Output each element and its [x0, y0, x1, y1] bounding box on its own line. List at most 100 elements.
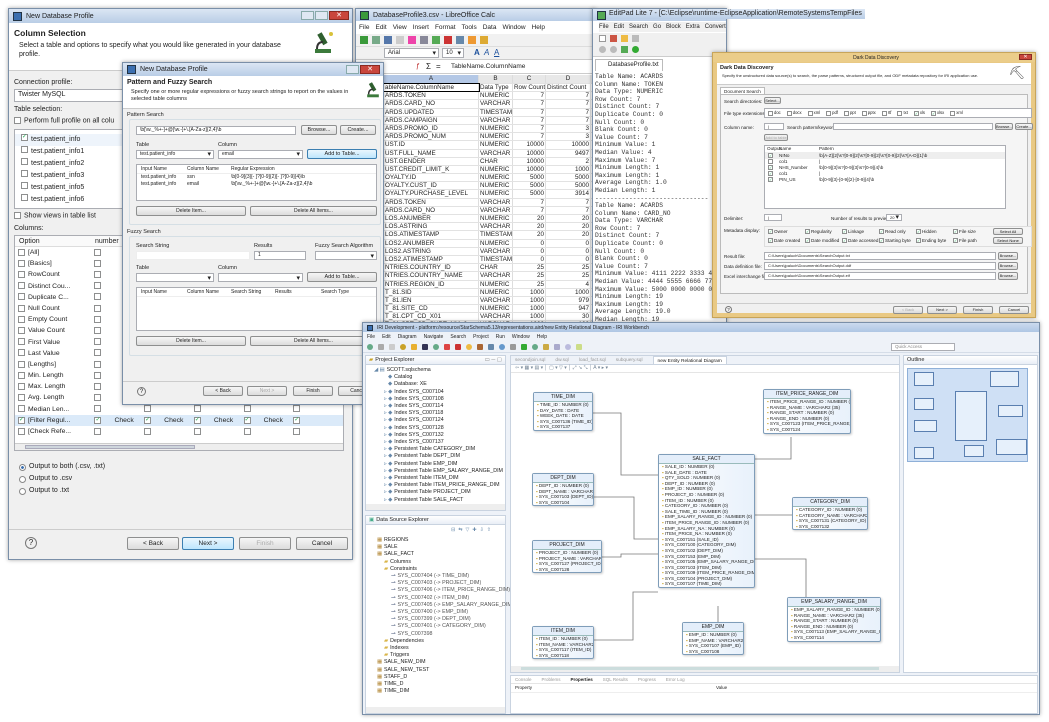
tree-item[interactable]: ▹ ◆ Index SYS_C007114: [370, 403, 503, 410]
checkbox[interactable]: [768, 159, 773, 165]
extension-checkbox[interactable]: ppt: [843, 110, 856, 116]
cell[interactable]: T_81.CPT_CD_X01: [384, 313, 479, 321]
pattern-input[interactable]: \b[\w._%+-]+@[\w.-]+\.[A-Za-z]{2,4}\b: [136, 126, 296, 135]
metadata-checkbox[interactable]: ✓ Ending byte: [916, 238, 946, 244]
cell[interactable]: 979: [546, 296, 591, 305]
checkbox[interactable]: [18, 293, 25, 301]
fuzzy-table[interactable]: Input Name Column Name Search String Result…: [136, 287, 377, 331]
metadata-checkbox[interactable]: ✓ Starting byte: [879, 238, 911, 244]
cell[interactable]: NUMERIC: [479, 182, 513, 190]
checkbox[interactable]: [18, 259, 25, 267]
font-size-select[interactable]: 10: [442, 48, 464, 58]
tree-item[interactable]: ▹ ◆ Persistent Table DEPT_DIM: [370, 453, 503, 460]
cell[interactable]: 1000: [513, 313, 546, 321]
checkbox[interactable]: [94, 248, 102, 256]
option-value-cell[interactable]: [243, 426, 294, 437]
toolbar-icon[interactable]: [532, 344, 538, 350]
cell[interactable]: NTRIES.COUNTRY_NAME: [384, 272, 479, 280]
cell[interactable]: VARCHAR: [479, 100, 513, 108]
cell[interactable]: T_81.IEN: [384, 296, 479, 305]
cell[interactable]: ARDS.PROMO_ID: [384, 124, 479, 133]
checkbox[interactable]: [94, 293, 102, 301]
tree-item[interactable]: ▹ ◆ Persistent Table ITEM_PRICE_RANGE_DIM: [370, 482, 503, 489]
cell[interactable]: 10000: [513, 157, 546, 165]
new-icon[interactable]: [360, 36, 368, 44]
tree-item[interactable]: ▹ ◆ Index SYS_C007118: [370, 410, 503, 417]
export-icon[interactable]: ⇧: [487, 527, 491, 533]
checkbox[interactable]: [18, 271, 25, 279]
cell[interactable]: 25: [513, 264, 546, 272]
browse-button[interactable]: Browse...: [301, 125, 337, 135]
paste-icon[interactable]: [468, 36, 476, 44]
cell[interactable]: ARDS.TOKEN: [384, 198, 479, 206]
tree-item[interactable]: ▹ ◆ Persistent Table EMP_SALARY_RANGE_DIM: [370, 468, 503, 475]
column-header[interactable]: Column Name: [187, 288, 231, 296]
tree-item[interactable]: ⊸ SYS_C007404 (-> TIME_DIM): [370, 573, 514, 580]
entity-dept-dim[interactable]: DEPT_DIMDEPT_ID : NUMBER (0)DEPT_NAME : …: [532, 473, 594, 507]
column-header[interactable]: Input Name: [141, 165, 187, 173]
tree-item[interactable]: ▦ SALE: [370, 544, 514, 551]
import-icon[interactable]: ⇩: [480, 527, 484, 533]
full-profile-checkbox[interactable]: Perform full profile on all colu: [14, 117, 114, 124]
cell[interactable]: 25: [546, 264, 591, 272]
table-row[interactable]: ✓ PIN_US \b[0-9]{3}-[0-9]{2}-[0-9]{4}\b: [765, 177, 1005, 183]
option-value-cell[interactable]: [193, 404, 244, 415]
toolbar-icon[interactable]: [389, 344, 395, 350]
cell[interactable]: 4: [546, 280, 591, 288]
toolbar-icon[interactable]: [499, 344, 505, 350]
cell[interactable]: NUMERIC: [479, 215, 513, 223]
column-select[interactable]: email: [218, 150, 303, 159]
cell[interactable]: 1000: [546, 165, 591, 174]
cell[interactable]: ARDS.CARD_NO: [384, 100, 479, 108]
pattern-table[interactable]: Output Name Pattern ✓ NINo \b[A-Z]{2}\s?[0-9]…: [764, 145, 1006, 209]
cell[interactable]: 20: [513, 215, 546, 223]
tree-item[interactable]: ▹ ◆ Index SYS_C007104: [370, 389, 503, 396]
table-row[interactable]: Median Len...: [15, 404, 343, 415]
table-row[interactable]: test.patient_info email \b[\w._%+-]+@[\w.-…: [137, 181, 376, 188]
cell[interactable]: 0: [513, 239, 546, 247]
editor-tab[interactable]: new Entity Relational Diagram: [652, 356, 727, 364]
extension-checkbox[interactable]: ✓ xlsx: [931, 110, 944, 116]
editor-tab[interactable]: load_fact.sql: [579, 356, 606, 364]
help-icon[interactable]: ?: [137, 387, 146, 396]
cell[interactable]: 7: [546, 198, 591, 206]
cell[interactable]: 5000: [513, 190, 546, 198]
cell[interactable]: LOS.ATIMESTAMP: [384, 231, 479, 239]
text-editor[interactable]: Table Name: ACARDS Column Name: TOKEN Data…: [595, 73, 726, 329]
checkbox[interactable]: [18, 304, 25, 312]
maximize-button[interactable]: [315, 11, 328, 20]
cell[interactable]: UST.GENDER: [384, 157, 479, 165]
minimize-button[interactable]: [301, 11, 314, 20]
tree-item[interactable]: ▹ ◆ Index SYS_C007124: [370, 417, 503, 424]
cell[interactable]: CHAR: [479, 264, 513, 272]
extension-checkbox[interactable]: pdf: [826, 110, 838, 116]
option-value-cell[interactable]: [293, 404, 343, 415]
select-directories-button[interactable]: Select...: [764, 97, 781, 104]
delimiter-input[interactable]: |: [764, 214, 782, 221]
checkbox[interactable]: [193, 427, 201, 435]
checkbox[interactable]: [94, 338, 102, 346]
checkbox[interactable]: ✓: [879, 238, 884, 244]
new-connection-icon[interactable]: ✚: [472, 527, 476, 533]
cell[interactable]: 10000: [513, 165, 546, 174]
edit-icon[interactable]: [408, 36, 416, 44]
tree-item[interactable]: ▹ ◆ Index SYS_C007108: [370, 396, 503, 403]
entity-item-price-range-dim[interactable]: ITEM_PRICE_RANGE_DIMITEM_PRICE_RANGE_ID …: [763, 389, 851, 434]
cell[interactable]: 5000: [546, 182, 591, 190]
checkbox[interactable]: ✓: [768, 165, 773, 171]
cell[interactable]: 7: [513, 206, 546, 214]
menu-tools[interactable]: Tools: [462, 22, 477, 33]
menu-navigate[interactable]: Navigate: [424, 333, 444, 341]
copy-icon[interactable]: [456, 36, 464, 44]
tree-item[interactable]: ▹ ◆ Index SYS_C007132: [370, 432, 503, 439]
close-button[interactable]: ✕: [329, 11, 349, 20]
toolbar-icon[interactable]: [554, 344, 560, 350]
menu-diagram[interactable]: Diagram: [398, 333, 417, 341]
tree-item[interactable]: ▹ ◆ Persistent Table SALE_FACT: [370, 497, 503, 504]
help-icon[interactable]: ?: [725, 306, 732, 313]
cell[interactable]: NUMERIC: [479, 239, 513, 247]
cell[interactable]: LOS2.ANUMBER: [384, 239, 479, 247]
checkbox[interactable]: ✓: [193, 416, 201, 424]
menu-edit[interactable]: Edit: [614, 22, 624, 32]
metadata-checkbox[interactable]: ✓ Linkage: [842, 229, 864, 235]
